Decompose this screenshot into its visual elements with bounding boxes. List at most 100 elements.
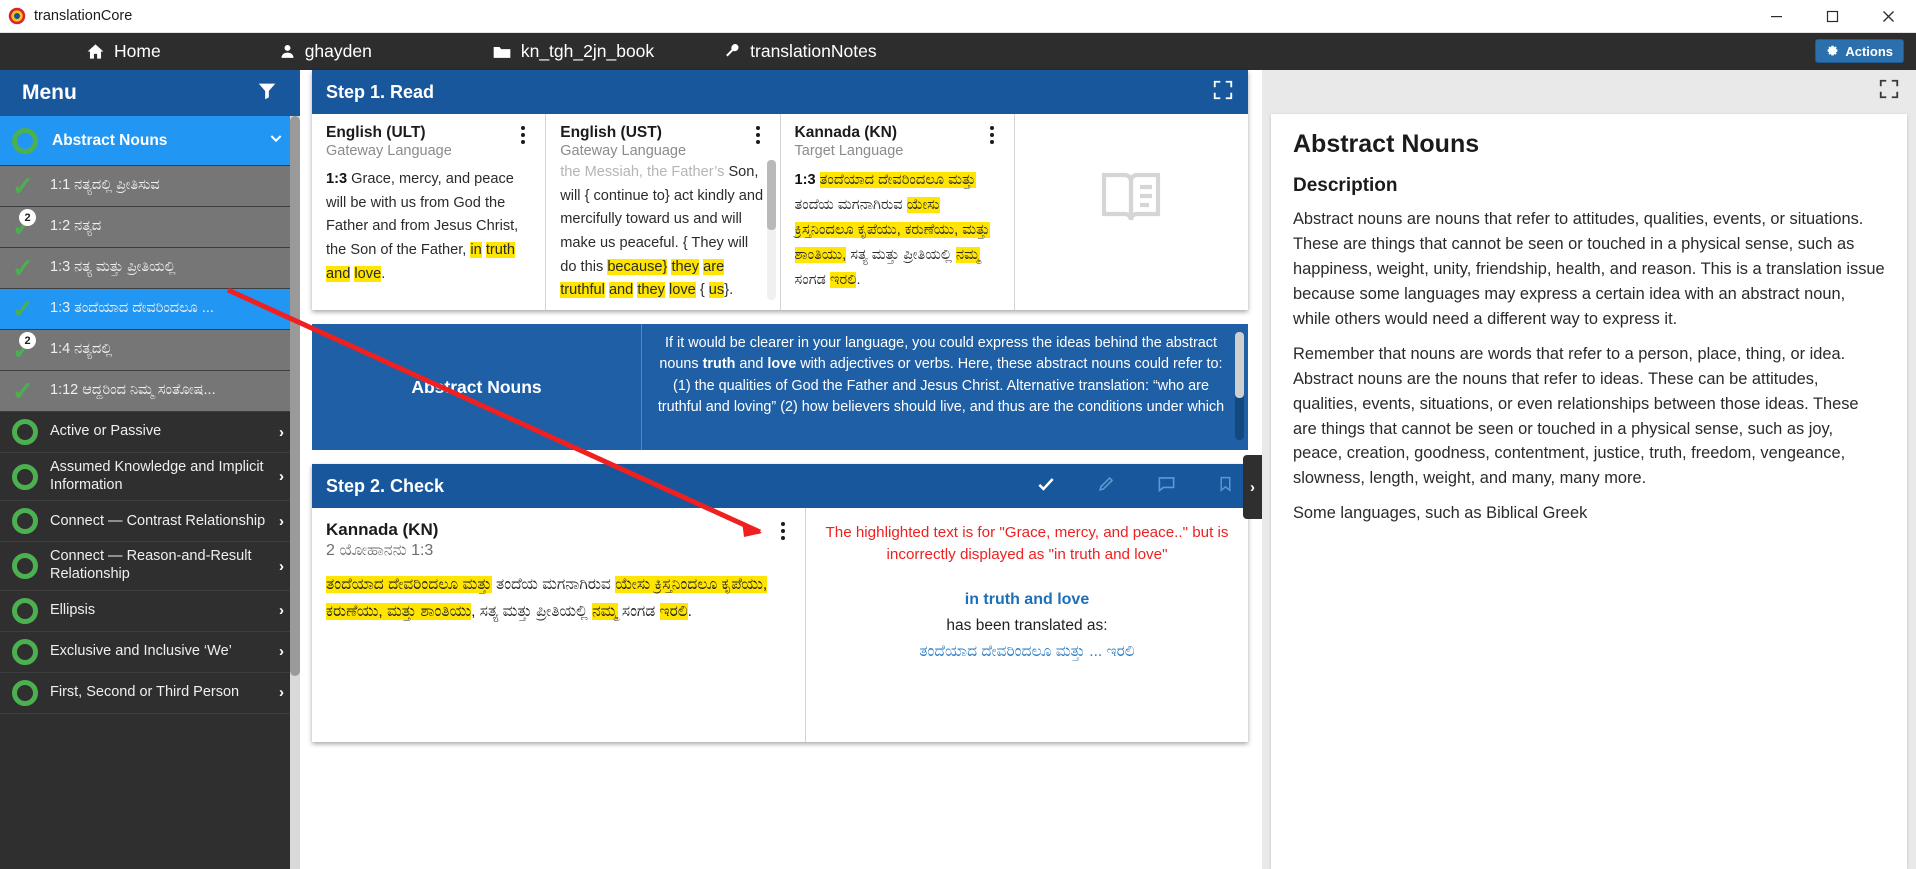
kebab-menu-icon[interactable]	[775, 520, 791, 545]
expand-icon[interactable]	[1212, 79, 1234, 106]
pane-placeholder	[1015, 114, 1248, 310]
annotation-line-2: incorrectly displayed as "in truth and l…	[886, 545, 1168, 563]
step2-toolbar	[1035, 464, 1234, 508]
sidebar-category-first-second-third-person[interactable]: First, Second or Third Person ›	[0, 672, 300, 714]
step1-card: Step 1. Read English (ULT) Gateway Langu…	[312, 70, 1248, 310]
sidebar-category-active-or-passive[interactable]: Active or Passive ›	[0, 412, 300, 453]
note-panel-body: If it would be clearer in your language,…	[642, 324, 1248, 450]
pane-kn-subtitle: Target Language	[794, 143, 904, 159]
nav-item-user[interactable]: ghayden	[267, 33, 384, 70]
panel-drawer-handle[interactable]: ›	[1243, 455, 1262, 519]
app-root: translationCore Home ghayden kn_tgh_2jn_…	[0, 0, 1916, 869]
article-heading: Description	[1293, 175, 1398, 196]
filter-icon[interactable]	[256, 80, 278, 107]
actions-button-label: Actions	[1845, 43, 1893, 59]
sidebar-header: Menu	[0, 70, 300, 116]
kebab-menu-icon[interactable]	[750, 124, 766, 149]
maximize-icon[interactable]	[1804, 0, 1860, 33]
book-icon	[1029, 124, 1234, 274]
sidebar-category-exclusive-inclusive-we[interactable]: Exclusive and Inclusive ‘We’ ›	[0, 631, 300, 673]
sidebar-category-label: First, Second or Third Person	[50, 683, 240, 700]
sidebar-scrollbar-thumb[interactable]	[290, 116, 300, 676]
step2-verse-reference: 2 ಯೋಹಾನನು 1:3	[326, 542, 434, 559]
sidebar-item-check-5[interactable]: ✓ 1:12 ಆದ್ದರಿಂದ ನಿಮ್ಮ ಸಂತೋಷ...	[0, 371, 300, 412]
nav-item-tool[interactable]: translationNotes	[712, 33, 888, 70]
sidebar-item-check-1[interactable]: ✓ 2 1:2 ನತ್ಯದ	[0, 207, 300, 248]
close-icon[interactable]	[1860, 0, 1916, 33]
check-icon: ✓ 2	[12, 209, 38, 240]
sidebar-group-label: Abstract Nouns	[52, 131, 168, 149]
ring-icon	[12, 553, 38, 580]
sidebar-item-label: 1:12 ಆದ್ದರಿಂದ ನಿಮ್ಮ ಸಂತೋಷ...	[50, 382, 216, 399]
pane-ult-subtitle: Gateway Language	[326, 143, 452, 159]
kn-plain-3: ಸಂಗಡ	[794, 272, 830, 289]
sidebar-item-check-3-selected[interactable]: ✓ 1:3 ತಂದೆಯಾದ ದೇವರಿಂದಲೂ ...	[0, 289, 300, 330]
s2-kn-highlight-4: ಇರಲಿ	[659, 602, 688, 620]
chevron-right-icon: ›	[279, 512, 284, 530]
chevron-right-icon: ›	[279, 468, 284, 486]
main-navigation: Home ghayden kn_tgh_2jn_book translation…	[0, 33, 1916, 70]
chevron-right-icon: ›	[1250, 478, 1255, 496]
article-paragraph: Abstract nouns are nouns that refer to a…	[1293, 210, 1885, 328]
verse-reference: 1:3	[794, 172, 816, 188]
checked-phrase: in truth and love	[964, 591, 1090, 609]
pane-ust-header: English (UST) Gateway Language	[560, 124, 765, 159]
sidebar-category-connect-contrast[interactable]: Connect — Contrast Relationship ›	[0, 501, 300, 543]
minimize-icon[interactable]	[1748, 0, 1804, 33]
pane-ust-subtitle: Gateway Language	[560, 143, 687, 159]
highlight-in: in	[470, 241, 482, 258]
comment-icon[interactable]	[1156, 474, 1177, 498]
sidebar-item-check-0[interactable]: ✓ 1:1 ನತ್ಯದಲ್ಲಿ ಪ್ರೀತಿಸುವ	[0, 166, 300, 207]
sidebar-category-label: Connect — Contrast Relationship	[50, 512, 266, 529]
kn-highlight-3: ನಮ್ಮ	[956, 247, 980, 264]
sidebar-item-check-4[interactable]: ✓ 2 1:4 ನತ್ಯದಲ್ಲಿ	[0, 330, 300, 371]
kn-plain-1: ತಂದೆಯ ಮಗನಾಗಿರುವ	[794, 197, 907, 214]
status-badge: 2	[19, 332, 36, 349]
kn-highlight-1: ತಂದೆಯಾದ ದೇವರಿಂದಲೂ ಮತ್ತು	[819, 172, 976, 188]
nav-item-home[interactable]: Home	[74, 33, 173, 70]
chevron-down-icon[interactable]	[268, 130, 284, 151]
sidebar-scrollbar[interactable]	[290, 116, 300, 869]
step1-panes: English (ULT) Gateway Language 1:3 Grace…	[312, 114, 1248, 310]
highlight-truthful: truthful	[560, 282, 605, 299]
expand-icon[interactable]	[1878, 78, 1900, 105]
ring-icon	[12, 508, 38, 535]
sidebar-category-assumed-knowledge[interactable]: Assumed Knowledge and Implicit Informati…	[0, 453, 300, 502]
check-icon: ✓	[12, 253, 34, 283]
ust-scrollbar-thumb[interactable]	[766, 160, 776, 230]
nav-item-user-label: ghayden	[304, 41, 372, 61]
kebab-menu-icon[interactable]	[515, 124, 531, 149]
kn-highlight-4: ಇರಲಿ	[829, 272, 857, 289]
note-bold-love: love	[767, 356, 797, 373]
ring-icon	[12, 638, 38, 665]
pane-kannada-kn: Kannada (KN) Target Language 1:3 ತಂದೆಯಾದ…	[781, 114, 1015, 310]
kn-plain-2: ಸತ್ಯ ಮತ್ತು ಪ್ರೀತಿಯಲ್ಲಿ	[846, 247, 956, 264]
nav-item-tool-label: translationNotes	[750, 41, 877, 61]
bookmark-icon[interactable]	[1217, 474, 1234, 499]
ring-icon	[12, 679, 38, 706]
step2-target-text: ತಂದೆಯಾದ ದೇವರಿಂದಲೂ ಮತ್ತು ತಂದೆಯ ಮಗನಾಗಿರುವ …	[326, 572, 791, 626]
app-title: translationCore	[34, 8, 133, 24]
sidebar-category-label: Connect — Reason-and-Result Relationship	[50, 548, 252, 583]
kebab-menu-icon[interactable]	[984, 124, 1000, 149]
sidebar-item-check-2[interactable]: ✓ 1:3 ನತ್ಯ ಮತ್ತು ಪ್ರೀತಿಯಲ್ಲಿ	[0, 248, 300, 289]
wrench-icon	[724, 43, 741, 60]
s2-kn-plain-3: ಸಂಗಡ	[617, 602, 660, 620]
note-scrollbar-thumb[interactable]	[1235, 332, 1244, 398]
actions-button[interactable]: Actions	[1815, 39, 1904, 63]
step2-body: Kannada (KN) 2 ಯೋಹಾನನು 1:3 ತಂದೆಯಾದ ದೇವರಿ…	[312, 508, 1248, 742]
status-badge: 2	[19, 209, 36, 226]
pane-english-ust: English (UST) Gateway Language the Messi…	[546, 114, 781, 310]
note-bold-truth: truth	[702, 356, 736, 373]
note-scrollbar[interactable]	[1235, 332, 1244, 440]
s2-kn-plain-1: ತಂದೆಯ ಮಗನಾಗಿರುವ	[491, 576, 616, 593]
pane-kn-title: Kannada (KN)	[794, 124, 897, 141]
kn-plain-4: .	[856, 272, 861, 289]
sidebar-group-abstract-nouns[interactable]: Abstract Nouns	[0, 116, 300, 166]
ust-scrollbar[interactable]	[766, 160, 776, 300]
sidebar-category-connect-reason-result[interactable]: Connect — Reason-and-Result Relationship…	[0, 542, 300, 591]
pencil-icon[interactable]	[1097, 474, 1116, 498]
sidebar-category-ellipsis[interactable]: Ellipsis ›	[0, 590, 300, 632]
check-icon[interactable]	[1035, 474, 1057, 499]
nav-item-project[interactable]: kn_tgh_2jn_book	[480, 33, 666, 70]
